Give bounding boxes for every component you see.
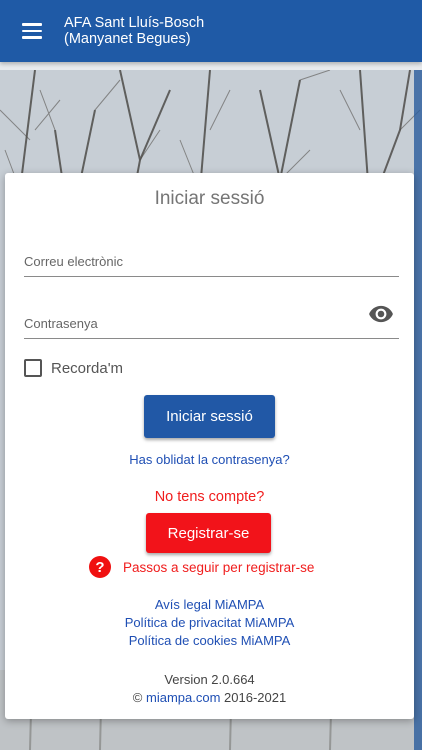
app-title-line2: (Manyanet Begues): [64, 31, 191, 47]
forgot-password-link[interactable]: Has oblidat la contrasenya?: [5, 452, 414, 467]
copyright-icon: ©: [132, 690, 143, 705]
app-bar: AFA Sant Lluís-Bosch (Manyanet Begues): [0, 0, 422, 62]
question-circle-icon: ?: [89, 556, 111, 578]
remember-checkbox[interactable]: [24, 359, 42, 377]
login-button[interactable]: Iniciar sessió: [144, 395, 275, 438]
remember-label: Recorda'm: [51, 359, 124, 377]
cookie-policy-link[interactable]: Política de cookies MiAMPA: [5, 633, 414, 648]
version-text: Version 2.0.664: [164, 672, 255, 687]
password-input[interactable]: [24, 309, 399, 337]
login-title: Iniciar sessió: [154, 188, 265, 209]
no-account-prompt: No tens compte?: [154, 489, 265, 505]
registration-steps-label: Passos a seguir per registrar-se: [123, 559, 315, 575]
app-title-line1: AFA Sant Lluís-Bosch: [64, 15, 205, 31]
copyright-line: © miampa.com 2016-2021: [5, 690, 414, 705]
registration-steps-link[interactable]: ? Passos a seguir per registrar-se: [89, 556, 314, 578]
legal-notice-link[interactable]: Avís legal MiAMPA: [5, 597, 414, 612]
register-button[interactable]: Registrar-se: [146, 513, 271, 553]
privacy-policy-link[interactable]: Política de privacitat MiAMPA: [5, 615, 414, 630]
site-link[interactable]: miampa.com: [146, 690, 220, 705]
login-card: Iniciar sessió Recorda'm Iniciar sessió …: [5, 173, 414, 719]
app-title: AFA Sant Lluís-Bosch (Manyanet Begues): [64, 15, 204, 47]
eye-icon[interactable]: [368, 301, 394, 327]
email-field: [24, 247, 399, 277]
email-input[interactable]: [24, 247, 399, 275]
hamburger-menu-icon[interactable]: [22, 11, 62, 51]
password-field: [24, 305, 399, 339]
copyright-years: 2016-2021: [224, 690, 287, 705]
remember-me[interactable]: Recorda'm: [24, 359, 123, 377]
background-edge: [414, 70, 422, 750]
